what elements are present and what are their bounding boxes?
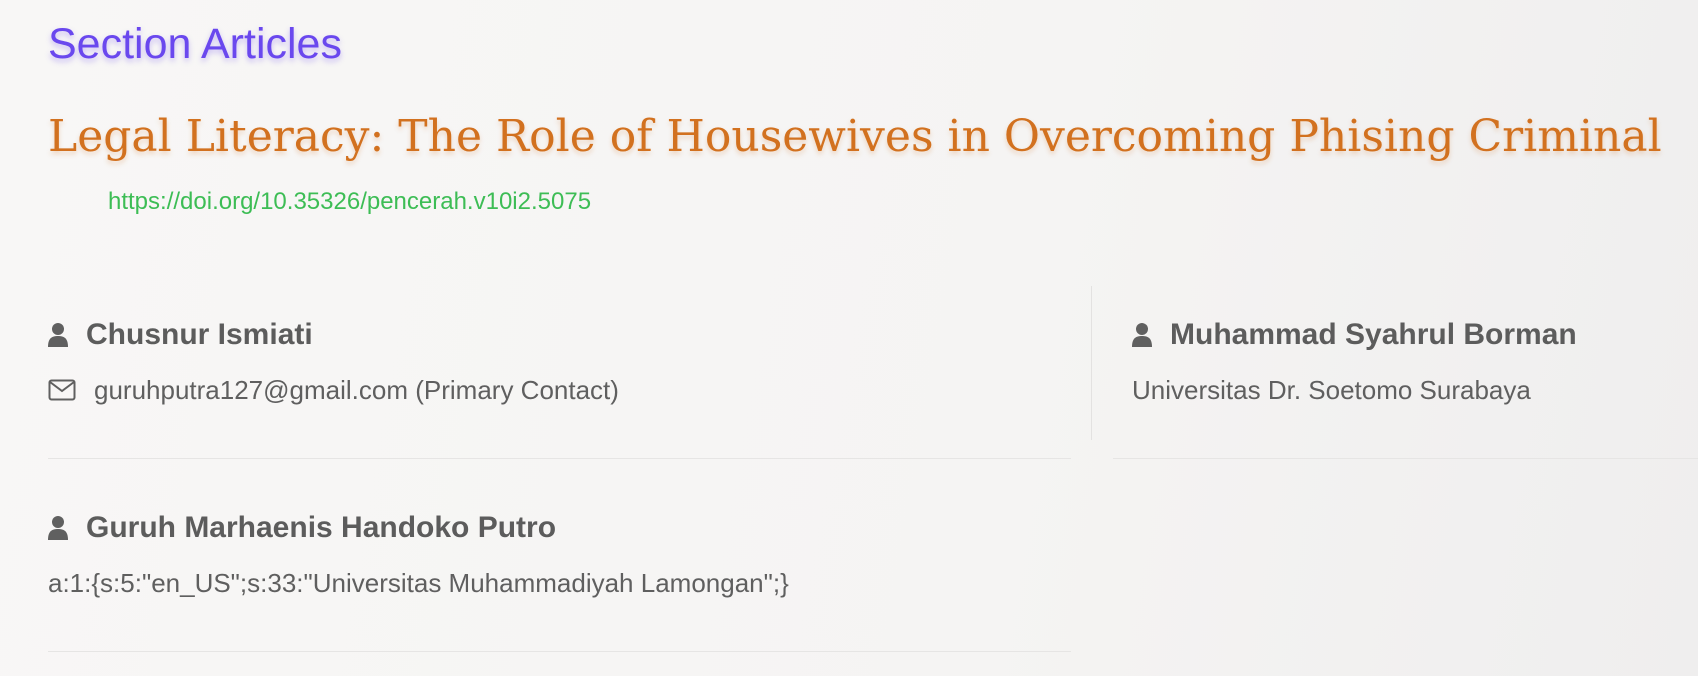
author-card: Guruh Marhaenis Handoko Putro a:1:{s:5:"… (48, 508, 789, 600)
row-divider (48, 458, 1071, 459)
user-icon (1132, 323, 1152, 347)
author-name: Guruh Marhaenis Handoko Putro (86, 511, 557, 544)
row-divider (48, 651, 1071, 652)
author-name: Chusnur Ismiati (86, 318, 313, 351)
author-name-row: Muhammad Syahrul Borman (1132, 315, 1577, 355)
author-name: Muhammad Syahrul Borman (1170, 318, 1577, 351)
article-title[interactable]: Legal Literacy: The Role of Housewives i… (48, 109, 1662, 165)
author-email-row: guruhputra127@gmail.com (Primary Contact… (48, 373, 619, 407)
envelope-icon (48, 379, 76, 401)
author-affiliation-row: Universitas Dr. Soetomo Surabaya (1132, 373, 1577, 407)
author-card: Muhammad Syahrul Borman Universitas Dr. … (1132, 315, 1577, 407)
author-affiliation: Universitas Dr. Soetomo Surabaya (1132, 375, 1531, 405)
author-email[interactable]: guruhputra127@gmail.com (Primary Contact… (94, 373, 619, 407)
doi-link[interactable]: https://doi.org/10.35326/pencerah.v10i2.… (108, 187, 591, 217)
author-name-row: Guruh Marhaenis Handoko Putro (48, 508, 789, 548)
author-name-row: Chusnur Ismiati (48, 315, 619, 355)
author-affiliation: a:1:{s:5:"en_US";s:33:"Universitas Muham… (48, 568, 789, 598)
user-icon (48, 516, 68, 540)
section-title: Section Articles (48, 20, 342, 68)
author-card: Chusnur Ismiati guruhputra127@gmail.com … (48, 315, 619, 407)
author-affiliation-row: a:1:{s:5:"en_US";s:33:"Universitas Muham… (48, 566, 789, 600)
user-icon (48, 323, 68, 347)
row-divider (1113, 458, 1698, 459)
column-divider (1091, 286, 1092, 440)
